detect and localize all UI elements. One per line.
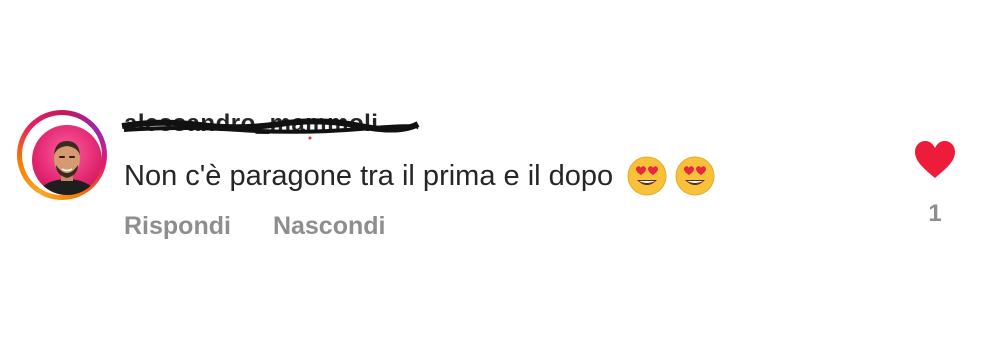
hide-button[interactable]: Nascondi [273, 212, 386, 241]
avatar-story-ring[interactable] [17, 110, 107, 200]
heart-eyes-emoji-icon [675, 156, 715, 196]
heart-eyes-emoji-icon [627, 156, 667, 196]
heart-icon[interactable] [913, 140, 957, 180]
comment-item: alessandro_mammoli Non c'è paragone tra … [0, 0, 1000, 350]
like-count: 1 [928, 200, 942, 227]
avatar-person-icon [37, 141, 97, 195]
reply-button[interactable]: Rispondi [124, 212, 231, 241]
avatar [32, 125, 102, 195]
comment-text-content: Non c'è paragone tra il prima e il dopo [124, 159, 614, 192]
comment-actions: Rispondi Nascondi [124, 212, 385, 241]
comment-text: Non c'è paragone tra il prima e il dopo [124, 156, 715, 196]
username-redaction-scribble [121, 118, 420, 140]
